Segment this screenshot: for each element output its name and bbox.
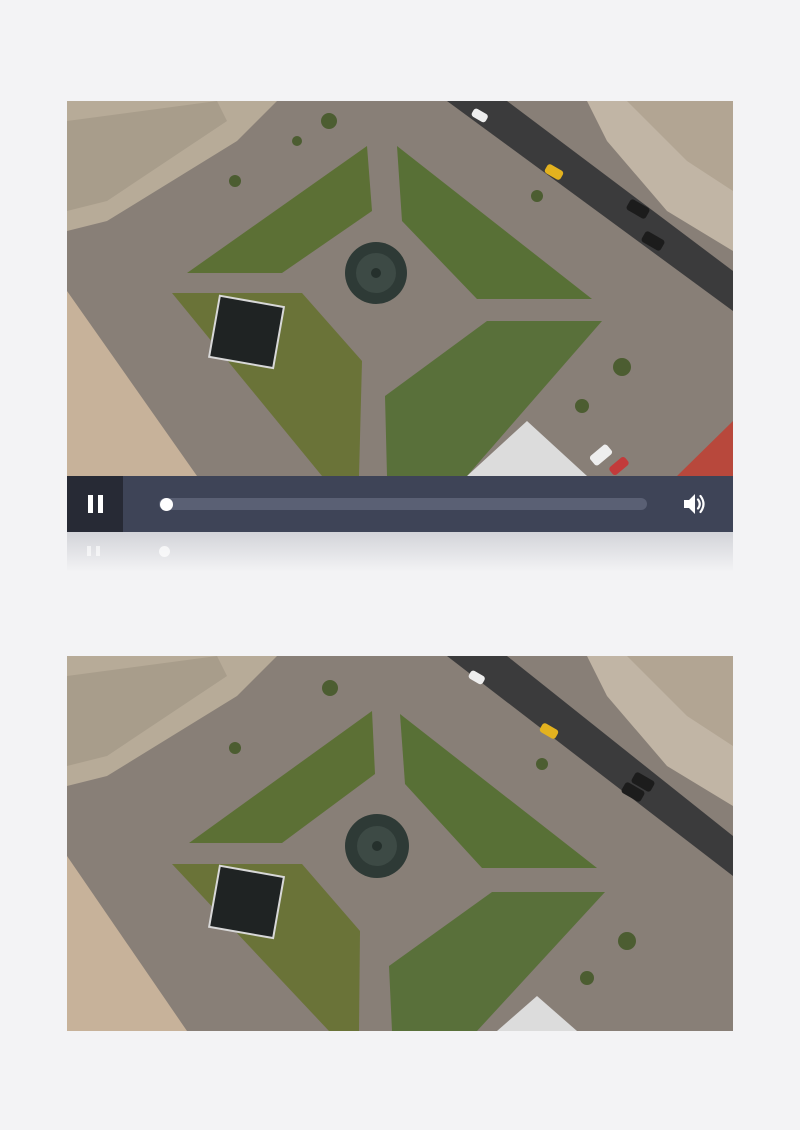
pause-button[interactable] — [67, 476, 123, 532]
volume-button[interactable] — [681, 490, 709, 518]
video-control-bar — [67, 476, 733, 532]
video-frame-bottom[interactable] — [67, 656, 733, 1031]
progress-knob[interactable] — [160, 497, 173, 511]
pause-icon — [87, 495, 103, 513]
progress-track[interactable] — [159, 497, 647, 511]
volume-icon — [684, 494, 705, 514]
plaza-aerial-image — [67, 656, 733, 1031]
plaza-aerial-image — [67, 101, 733, 476]
control-bar-reflection — [67, 532, 733, 572]
video-frame-top[interactable] — [67, 101, 733, 476]
